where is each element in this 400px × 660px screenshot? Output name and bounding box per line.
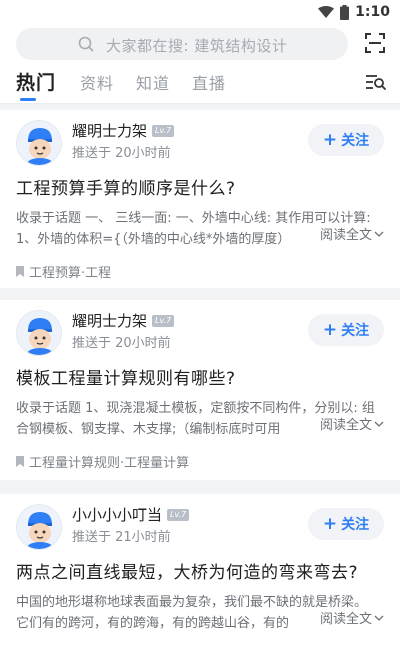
push-time: 推送于 21小时前 xyxy=(72,530,171,545)
author-name[interactable]: 耀明士力架 xyxy=(72,310,147,331)
author-name[interactable]: 小小小小叮当 xyxy=(72,504,162,525)
topic-tags[interactable]: 工程量计算规则·工程量计算 xyxy=(16,452,189,471)
status-bar: 1:10 xyxy=(0,0,400,26)
topic-tags[interactable]: 工程预算·工程 xyxy=(16,262,111,281)
follow-label: 关注 xyxy=(341,323,370,339)
worker-avatar-icon xyxy=(17,505,61,549)
post-title[interactable]: 工程预算手算的顺序是什么? xyxy=(16,174,386,199)
follow-label: 关注 xyxy=(341,133,370,149)
bookmark-icon xyxy=(16,456,24,467)
worker-avatar-icon xyxy=(17,121,61,165)
read-more-label: 阅读全文 xyxy=(319,612,372,627)
author-avatar[interactable] xyxy=(16,504,62,550)
search-bar-row: 大家都在搜: 建筑结构设计 xyxy=(0,26,400,62)
author-name-row: 耀明士力架 Lv.7 xyxy=(72,120,175,141)
read-more-label: 阅读全文 xyxy=(319,228,372,243)
tab-live[interactable]: 直播 xyxy=(192,70,226,94)
chevron-down-icon xyxy=(374,615,384,621)
follow-button[interactable]: + 关注 xyxy=(308,124,384,156)
search-placeholder: 大家都在搜: 建筑结构设计 xyxy=(106,37,288,55)
post-title[interactable]: 模板工程量计算规则有哪些? xyxy=(16,364,386,389)
level-badge: Lv.7 xyxy=(167,508,190,521)
read-more-link[interactable]: 阅读全文 xyxy=(305,414,384,433)
author-name-row: 小小小小叮当 Lv.7 xyxy=(72,504,190,525)
list-search-icon[interactable] xyxy=(364,71,388,93)
chevron-down-icon xyxy=(374,421,384,427)
author-avatar[interactable] xyxy=(16,310,62,356)
plus-icon: + xyxy=(322,513,338,534)
topic-tags-text: 工程量计算规则·工程量计算 xyxy=(29,456,190,471)
plus-icon: + xyxy=(322,129,338,150)
search-input[interactable]: 大家都在搜: 建筑结构设计 xyxy=(16,28,348,60)
battery-icon xyxy=(340,4,350,20)
author-name[interactable]: 耀明士力架 xyxy=(72,120,147,141)
follow-label: 关注 xyxy=(341,517,370,533)
post-title[interactable]: 两点之间直线最短，大桥为何造的弯来弯去? xyxy=(16,558,386,583)
bookmark-icon xyxy=(16,266,24,277)
clock: 1:10 xyxy=(355,4,390,20)
tab-materials[interactable]: 资料 xyxy=(80,70,114,94)
read-more-label: 阅读全文 xyxy=(319,418,372,433)
topic-tags-text: 工程预算·工程 xyxy=(29,266,112,281)
push-time: 推送于 20小时前 xyxy=(72,336,171,351)
category-tabs: 热门 资料 知道 直播 xyxy=(0,62,400,104)
level-badge: Lv.7 xyxy=(152,124,175,137)
feed-card[interactable]: 耀明士力架 Lv.7 推送于 20小时前 + 关注 工程预算手算的顺序是什么? … xyxy=(0,110,400,288)
feed-card[interactable]: 耀明士力架 Lv.7 推送于 20小时前 + 关注 模板工程量计算规则有哪些? … xyxy=(0,300,400,480)
author-avatar[interactable] xyxy=(16,120,62,166)
search-icon xyxy=(78,36,94,52)
active-tab-indicator xyxy=(20,98,36,101)
level-badge: Lv.7 xyxy=(152,314,175,327)
plus-icon: + xyxy=(322,319,338,340)
author-name-row: 耀明士力架 Lv.7 xyxy=(72,310,175,331)
read-more-link[interactable]: 阅读全文 xyxy=(305,224,384,243)
follow-button[interactable]: + 关注 xyxy=(308,314,384,346)
wifi-icon xyxy=(318,5,335,18)
chevron-down-icon xyxy=(374,231,384,237)
scan-icon[interactable] xyxy=(362,30,388,56)
worker-avatar-icon xyxy=(17,311,61,355)
status-icons: 1:10 xyxy=(318,4,390,20)
read-more-link[interactable]: 阅读全文 xyxy=(305,608,384,627)
follow-button[interactable]: + 关注 xyxy=(308,508,384,540)
push-time: 推送于 20小时前 xyxy=(72,146,171,161)
tab-knowledge[interactable]: 知道 xyxy=(136,70,170,94)
tab-hot[interactable]: 热门 xyxy=(16,68,56,95)
feed-card[interactable]: 小小小小叮当 Lv.7 推送于 21小时前 + 关注 两点之间直线最短，大桥为何… xyxy=(0,494,400,660)
